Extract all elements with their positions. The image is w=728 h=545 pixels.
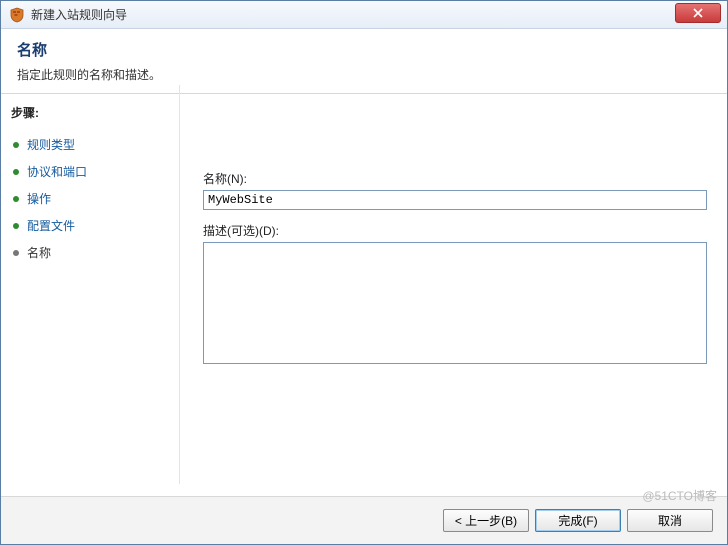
- wizard-footer: < 上一步(B) 完成(F) 取消: [1, 496, 727, 544]
- desc-field-group: 描述(可选)(D):: [203, 222, 707, 367]
- name-input[interactable]: [203, 190, 707, 210]
- wizard-header: 名称 指定此规则的名称和描述。: [1, 29, 727, 94]
- name-label: 名称(N):: [203, 170, 707, 187]
- back-button[interactable]: < 上一步(B): [443, 509, 529, 532]
- page-subtitle: 指定此规则的名称和描述。: [17, 66, 711, 83]
- step-rule-type[interactable]: 规则类型: [11, 131, 171, 158]
- desc-label: 描述(可选)(D):: [203, 222, 707, 239]
- form-panel: 名称(N): 描述(可选)(D):: [179, 94, 727, 496]
- desc-textarea[interactable]: [203, 242, 707, 364]
- steps-sidebar: 步骤: 规则类型 协议和端口 操作 配置文件 名称: [1, 94, 179, 496]
- bullet-icon: [13, 223, 19, 229]
- titlebar: 新建入站规则向导: [1, 1, 727, 29]
- close-icon: [693, 8, 703, 18]
- vertical-divider: [179, 85, 180, 484]
- name-field-group: 名称(N):: [203, 170, 707, 210]
- page-title: 名称: [17, 39, 711, 60]
- bullet-icon: [13, 250, 19, 256]
- step-action[interactable]: 操作: [11, 185, 171, 212]
- bullet-icon: [13, 169, 19, 175]
- wizard-body: 步骤: 规则类型 协议和端口 操作 配置文件 名称: [1, 94, 727, 496]
- wizard-window: 新建入站规则向导 名称 指定此规则的名称和描述。 步骤: 规则类型 协议和端口 …: [0, 0, 728, 545]
- firewall-icon: [9, 7, 25, 23]
- step-label: 名称: [27, 244, 51, 261]
- step-profile[interactable]: 配置文件: [11, 212, 171, 239]
- bullet-icon: [13, 142, 19, 148]
- close-button[interactable]: [675, 3, 721, 23]
- step-label: 操作: [27, 190, 51, 207]
- step-name[interactable]: 名称: [11, 239, 171, 266]
- step-protocol-port[interactable]: 协议和端口: [11, 158, 171, 185]
- finish-button[interactable]: 完成(F): [535, 509, 621, 532]
- step-label: 规则类型: [27, 136, 75, 153]
- step-label: 协议和端口: [27, 163, 87, 180]
- step-label: 配置文件: [27, 217, 75, 234]
- cancel-button[interactable]: 取消: [627, 509, 713, 532]
- window-title: 新建入站规则向导: [31, 6, 675, 23]
- bullet-icon: [13, 196, 19, 202]
- steps-label: 步骤:: [11, 104, 171, 121]
